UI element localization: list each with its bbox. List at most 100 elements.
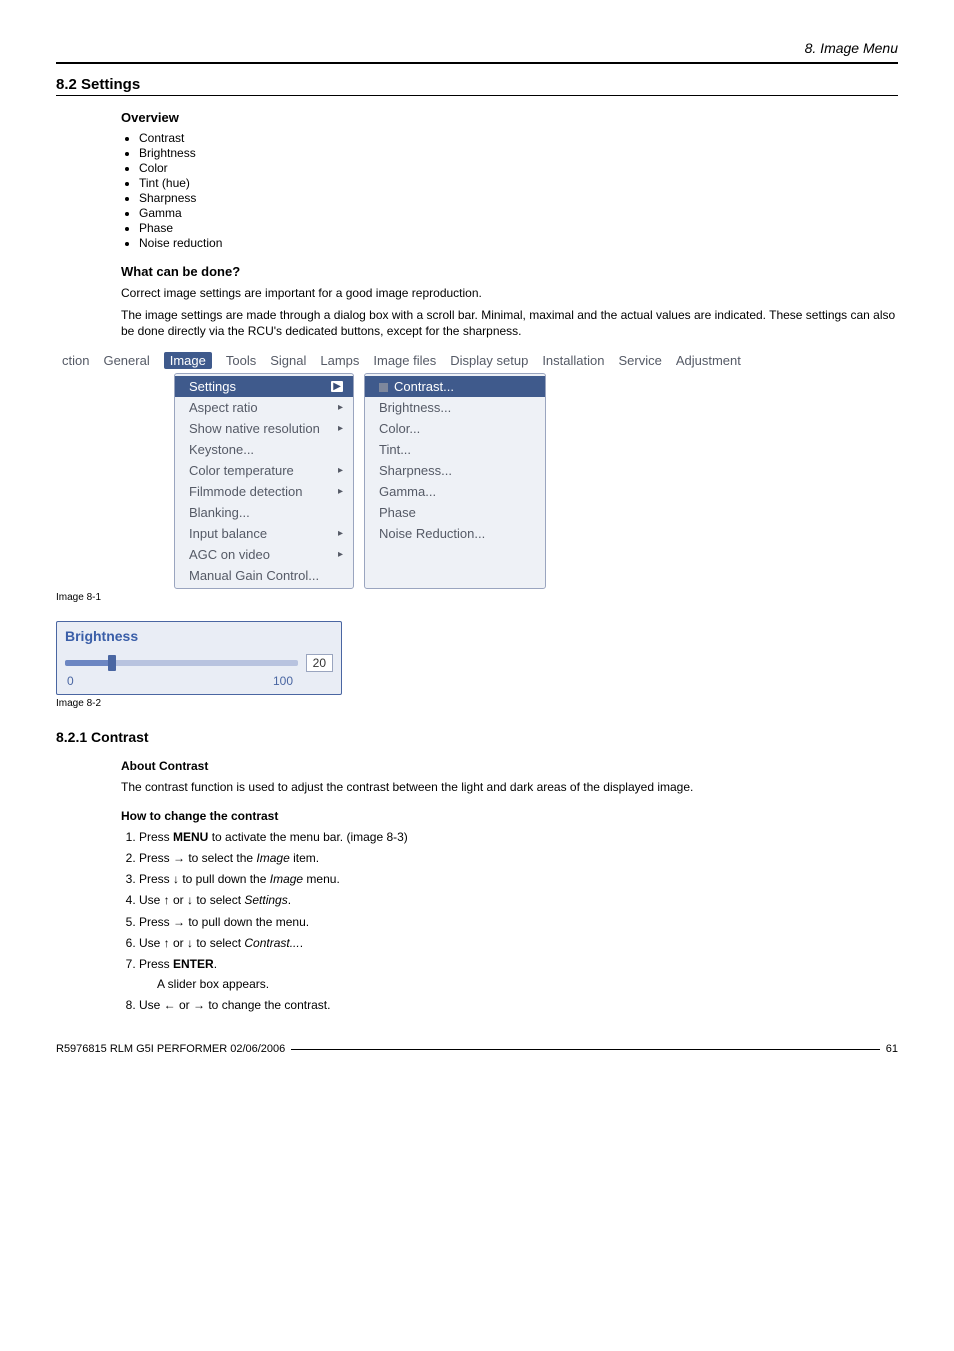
square-icon	[379, 383, 388, 392]
menubar-item[interactable]: General	[103, 353, 149, 368]
section-rule	[56, 95, 898, 96]
about-heading: About Contrast	[121, 759, 898, 773]
footer-doc-id: R5976815 RLM G5I PERFORMER 02/06/2006	[56, 1043, 285, 1055]
dropdown-item[interactable]: AGC on video ▸	[175, 544, 353, 565]
dropdown-item[interactable]: Color temperature▸	[175, 460, 353, 481]
list-item: Noise reduction	[139, 236, 898, 250]
menubar-item[interactable]: Image files	[373, 353, 436, 368]
dropdown-item[interactable]: Input balance ▸	[175, 523, 353, 544]
dropdown-item-settings[interactable]: Settings▶	[175, 376, 353, 397]
figure-caption: Image 8-2	[56, 698, 898, 709]
submenu-item[interactable]: Noise Reduction...	[365, 523, 545, 544]
step-emph: Image	[270, 872, 303, 886]
submenu-item-label: Noise Reduction...	[379, 526, 485, 541]
dropdown-item[interactable]: Blanking...	[175, 502, 353, 523]
step: Press → to pull down the menu.	[139, 914, 898, 930]
step: Press ↓ to pull down the Image menu.	[139, 871, 898, 887]
submenu-item[interactable]: Color...	[365, 418, 545, 439]
menubar-item[interactable]: Lamps	[320, 353, 359, 368]
paragraph: The contrast function is used to adjust …	[121, 779, 898, 795]
step-text: Press ↓ to pull down the	[139, 872, 270, 886]
subsection-title: 8.2.1 Contrast	[56, 729, 898, 745]
submenu-item-contrast[interactable]: Contrast...	[365, 376, 545, 397]
list-item: Tint (hue)	[139, 176, 898, 190]
step: Use ↑ or ↓ to select Settings.	[139, 892, 898, 908]
submenu-item[interactable]: Phase	[365, 502, 545, 523]
slider-track[interactable]	[65, 660, 298, 666]
step-note: A slider box appears.	[157, 976, 898, 992]
chevron-right-icon: ▸	[338, 528, 343, 539]
what-heading: What can be done?	[121, 264, 898, 279]
page-number: 61	[886, 1043, 898, 1055]
settings-submenu: Contrast... Brightness... Color... Tint.…	[364, 373, 546, 589]
step-emph: Image	[256, 851, 289, 865]
menubar-item[interactable]: Adjustment	[676, 353, 741, 368]
dropdown-item-label: Color temperature	[189, 463, 294, 478]
step-text: Use ↑ or ↓ to select	[139, 936, 244, 950]
step-text: Press	[139, 957, 173, 971]
paragraph: The image settings are made through a di…	[121, 307, 898, 339]
image-dropdown: Settings▶ Aspect ratio▸ Show native reso…	[174, 373, 354, 589]
menubar-item[interactable]: Display setup	[450, 353, 528, 368]
chevron-right-icon: ▸	[338, 423, 343, 434]
dropdown-item-label: Filmmode detection	[189, 484, 302, 499]
submenu-item[interactable]: Sharpness...	[365, 460, 545, 481]
menubar-item[interactable]: Service	[618, 353, 661, 368]
list-item: Gamma	[139, 206, 898, 220]
page-header-chapter: 8. Image Menu	[56, 40, 898, 56]
submenu-item[interactable]: Gamma...	[365, 481, 545, 502]
dropdown-item[interactable]: Keystone...	[175, 439, 353, 460]
list-item: Sharpness	[139, 191, 898, 205]
list-item: Color	[139, 161, 898, 175]
menubar-item[interactable]: Installation	[542, 353, 604, 368]
dropdown-item[interactable]: Manual Gain Control...	[175, 565, 353, 586]
step-text: .	[300, 936, 303, 950]
slider-value: 20	[306, 654, 333, 672]
overview-heading: Overview	[121, 110, 898, 125]
step: Press ENTER. A slider box appears.	[139, 956, 898, 992]
menubar-item[interactable]: ction	[62, 353, 89, 368]
steps-list: Press MENU to activate the menu bar. (im…	[121, 829, 898, 1014]
chevron-right-icon: ▸	[338, 549, 343, 560]
step: Use ↑ or ↓ to select Contrast....	[139, 935, 898, 951]
header-rule	[56, 62, 898, 64]
chevron-right-icon: ▸	[338, 486, 343, 497]
paragraph: Correct image settings are important for…	[121, 285, 898, 301]
step: Press → to select the Image item.	[139, 850, 898, 866]
step-emph: Contrast...	[244, 936, 299, 950]
submenu-item-label: Phase	[379, 505, 416, 520]
chevron-right-icon: ▶	[331, 381, 343, 392]
submenu-item-label: Color...	[379, 421, 420, 436]
dropdown-item[interactable]: Filmmode detection ▸	[175, 481, 353, 502]
brightness-slider-dialog: Brightness 20 0 100	[56, 621, 342, 695]
slider-thumb[interactable]	[108, 655, 116, 671]
overview-list: Contrast Brightness Color Tint (hue) Sha…	[121, 131, 898, 250]
dropdown-item-label: Input balance	[189, 526, 267, 541]
footer-rule	[291, 1049, 879, 1050]
step-text: item.	[290, 851, 319, 865]
step-key: ENTER	[173, 957, 214, 971]
dropdown-item-label: Manual Gain Control...	[189, 568, 319, 583]
submenu-item-label: Gamma...	[379, 484, 436, 499]
submenu-item[interactable]: Brightness...	[365, 397, 545, 418]
slider-title: Brightness	[65, 628, 333, 644]
submenu-item[interactable]: Tint...	[365, 439, 545, 460]
submenu-item-label: Tint...	[379, 442, 411, 457]
submenu-item-label: Brightness...	[379, 400, 451, 415]
dropdown-item-label: Aspect ratio	[189, 400, 258, 415]
step-text: .	[288, 893, 291, 907]
howto-heading: How to change the contrast	[121, 809, 898, 823]
dropdown-item[interactable]: Show native resolution▸	[175, 418, 353, 439]
dropdown-item[interactable]: Aspect ratio▸	[175, 397, 353, 418]
list-item: Phase	[139, 221, 898, 235]
dropdown-item-label: AGC on video	[189, 547, 270, 562]
step: Press MENU to activate the menu bar. (im…	[139, 829, 898, 845]
figure-caption: Image 8-1	[56, 592, 898, 603]
menubar-item-active[interactable]: Image	[164, 352, 212, 369]
section-title: 8.2 Settings	[56, 76, 898, 93]
menubar-item[interactable]: Signal	[270, 353, 306, 368]
list-item: Contrast	[139, 131, 898, 145]
menubar-item[interactable]: Tools	[226, 353, 256, 368]
step-text: Press	[139, 830, 173, 844]
menubar: ction General Image Tools Signal Lamps I…	[56, 352, 866, 369]
